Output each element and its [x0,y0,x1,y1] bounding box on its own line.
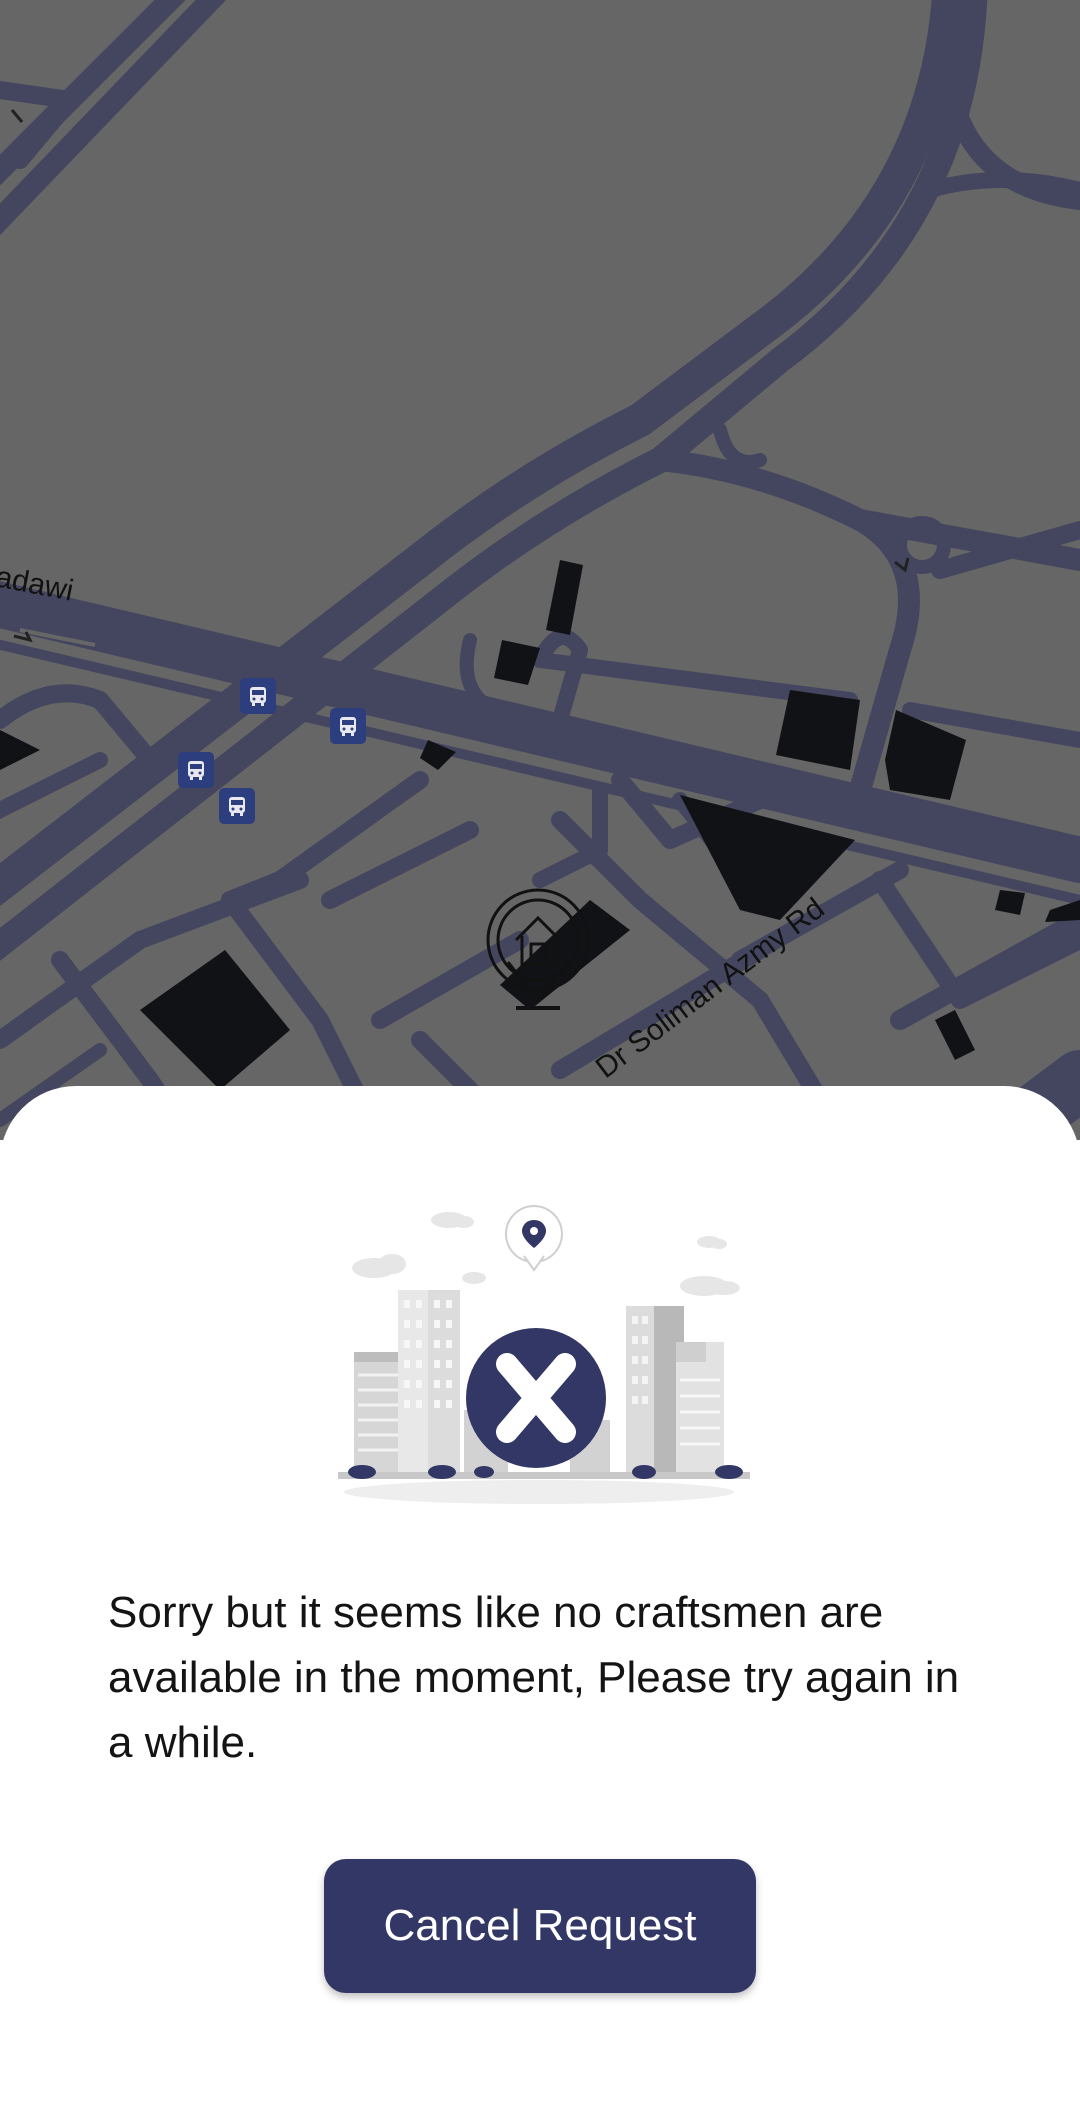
bus-icon [250,687,266,706]
home-pin-icon[interactable] [486,888,590,1012]
bus-icon [229,797,245,816]
no-craftsmen-city-icon [338,1205,750,1504]
bus-stop-2[interactable] [330,708,366,744]
bus-stop-4[interactable] [219,788,255,824]
cancel-request-button[interactable]: Cancel Request [324,1859,756,1993]
no-craftsmen-message: Sorry but it seems like no craftsmen are… [108,1588,960,1767]
bus-stop-3[interactable] [178,752,214,788]
bus-stop-1[interactable] [240,678,276,714]
bus-icon [188,761,204,780]
bus-icon [340,717,356,736]
map-view[interactable]: adawi Dr Soliman Azmy Rd [0,0,1080,1140]
